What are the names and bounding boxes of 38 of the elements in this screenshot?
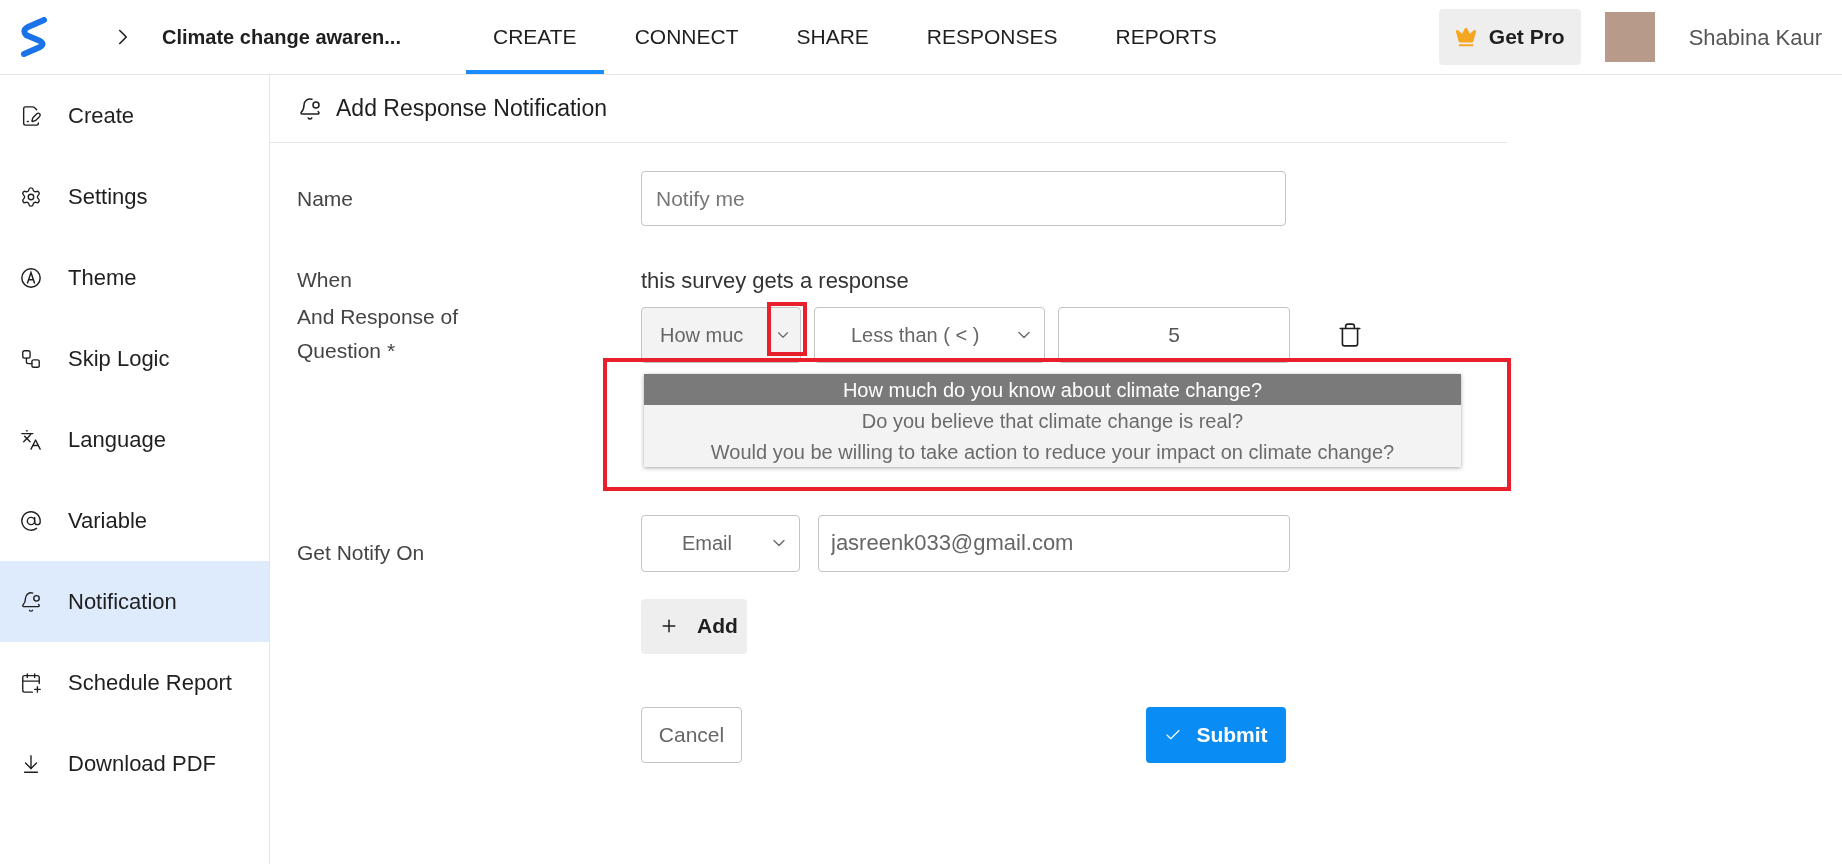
project-title: Climate change awaren... [162, 25, 402, 50]
nav-tab[interactable]: RESPONSES [899, 0, 1085, 74]
field-label: Get Notify On [297, 539, 426, 566]
nav-tab[interactable]: CONNECT [607, 0, 766, 74]
bell-icon [298, 96, 322, 121]
calendar-plus-icon [20, 671, 42, 694]
dropdown-option[interactable]: Would you be willing to take action to reduce your impact on climate change? [644, 436, 1461, 467]
get-pro-button[interactable]: Get Pro [1438, 9, 1581, 65]
operator-select[interactable]: Less than ( < ) [814, 307, 1045, 363]
field-label: Name [297, 185, 355, 212]
at-sign-icon [20, 509, 42, 532]
field-label: When [297, 267, 353, 293]
cancel-button[interactable]: Cancel [641, 706, 742, 763]
email-input-field[interactable]: jasreenk033@gmail.com [818, 514, 1290, 572]
gear-icon [20, 185, 42, 208]
document-pen-icon [20, 104, 42, 127]
flow-icon [20, 347, 42, 370]
sidebar-item[interactable]: Notification [0, 561, 269, 642]
field-label: And Response of Question * [297, 303, 460, 364]
highlight-annotation [767, 302, 807, 356]
circle-letter-icon [20, 266, 42, 289]
bell-icon [20, 590, 42, 613]
add-button[interactable]: Add [641, 598, 747, 654]
dropdown-option[interactable]: How much do you know about climate change? [644, 374, 1461, 405]
channel-select[interactable]: Email [641, 514, 800, 572]
trash-icon[interactable] [1337, 322, 1363, 348]
logo-icon[interactable] [20, 17, 48, 57]
panel-title: Add Response Notification [336, 94, 608, 124]
nav-tab[interactable]: SHARE [769, 0, 896, 74]
user-name[interactable]: Shabina Kaur [1688, 20, 1822, 54]
when-text: this survey gets a response [641, 267, 910, 295]
value-input-field[interactable]: 5 [1058, 307, 1290, 363]
name-input-field[interactable]: Notify me [641, 171, 1286, 226]
nav-tab[interactable]: REPORTS [1088, 0, 1244, 74]
translate-icon [20, 428, 42, 451]
dropdown-option[interactable]: Do you believe that climate change is real? [644, 405, 1461, 436]
crown-icon [1454, 26, 1477, 48]
nav-tab[interactable]: CREATE [466, 0, 604, 74]
